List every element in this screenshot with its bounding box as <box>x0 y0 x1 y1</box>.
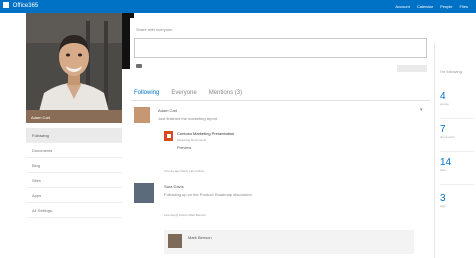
top-bar: Office365 Account Calendar People Files <box>0 0 476 13</box>
stat-documents[interactable]: 7 documents <box>440 124 474 139</box>
feed-tabs: Following Everyone Mentions (3) <box>134 90 242 96</box>
left-menu-item-apps[interactable]: Apps <box>26 188 122 203</box>
stat-label: documents <box>440 135 455 139</box>
brand-label: Office365 <box>12 3 39 9</box>
share-label: Share with everyone <box>136 27 173 32</box>
profile-portrait <box>26 13 122 123</box>
right-rail: I'm following 4 people 7 documents 14 si… <box>434 13 476 258</box>
stat-number: 14 <box>440 157 452 168</box>
profile-name-strip: Adam Cart <box>26 110 122 123</box>
post-text: Following up on the Product Roadmap disc… <box>164 192 252 197</box>
newsfeed: Share with everyone Following Everyone M… <box>131 13 430 258</box>
attachment-title[interactable]: Contoso Marketing Presentation <box>177 131 234 136</box>
post-text: Just finished the marketing report <box>158 116 218 121</box>
profile-photo[interactable]: Adam Cart <box>26 13 122 123</box>
left-menu: Following Documents Blog Sites Apps All … <box>26 128 122 218</box>
left-menu-item-documents[interactable]: Documents <box>26 143 122 158</box>
tab-everyone[interactable]: Everyone <box>171 90 196 96</box>
stat-label: people <box>440 102 450 106</box>
post-author[interactable]: Adam Cart <box>158 108 177 113</box>
share-input[interactable] <box>134 38 427 58</box>
nav-item-people[interactable]: People <box>440 2 452 11</box>
post-attachment[interactable]: Contoso Marketing Presentation Marketing… <box>164 131 354 161</box>
left-rail: Adam Cart Following Documents Blog Sites… <box>26 13 122 258</box>
reply-thread: Mark Benson <box>164 230 414 254</box>
stat-number: 3 <box>440 193 446 204</box>
feed-post: Sara Davis Following up on the Product R… <box>134 183 430 258</box>
stat-people[interactable]: 4 people <box>440 91 474 106</box>
nav-item-account[interactable]: Account <box>395 2 409 11</box>
post-meta[interactable]: Like Reply Follow Mark Benson <box>164 213 206 217</box>
share-button[interactable] <box>397 65 427 72</box>
reply-author[interactable]: Mark Benson <box>188 235 212 240</box>
tab-following[interactable]: Following <box>134 90 159 96</box>
left-menu-item-blog[interactable]: Blog <box>26 158 122 173</box>
nav-item-calendar[interactable]: Calendar <box>417 2 433 11</box>
brand[interactable]: Office365 <box>3 2 38 11</box>
stat-divider <box>440 184 474 185</box>
top-nav: Account Calendar People Files <box>395 2 468 11</box>
attachment-subtitle: Marketing Documents <box>177 138 207 142</box>
stat-number: 7 <box>440 124 446 135</box>
stat-number: 4 <box>440 91 446 102</box>
stat-divider <box>440 151 474 152</box>
post-avatar[interactable] <box>134 183 154 203</box>
tab-mentions[interactable]: Mentions (3) <box>209 90 242 96</box>
feed-post: Adam Cart Just finished the marketing re… <box>134 107 430 179</box>
profile-name[interactable]: Adam Cart <box>31 115 50 120</box>
left-menu-item-settings[interactable]: All Settings <box>26 203 122 218</box>
left-menu-item-sites[interactable]: Sites <box>26 173 122 188</box>
office-logo-icon <box>3 2 9 8</box>
right-rail-divider <box>434 43 435 258</box>
stat-tags[interactable]: 3 tags <box>440 193 474 208</box>
post-menu-chevron-icon[interactable]: ▾ <box>420 107 423 113</box>
attach-icon[interactable] <box>136 64 142 68</box>
left-menu-item-following[interactable]: Following <box>26 128 122 143</box>
following-heading: I'm following <box>440 69 462 74</box>
stat-sites[interactable]: 14 sites <box>440 157 474 172</box>
post-meta[interactable]: 3 hours ago Reply Like Follow <box>164 169 204 173</box>
post-author[interactable]: Sara Davis <box>164 184 184 189</box>
tab-divider <box>131 100 430 101</box>
attachment-preview-link[interactable]: Preview <box>177 145 191 150</box>
post-avatar[interactable] <box>134 107 150 123</box>
stat-label: sites <box>440 168 447 172</box>
stat-divider <box>440 118 474 119</box>
stat-label: tags <box>440 204 446 208</box>
powerpoint-icon <box>164 131 173 141</box>
reply-avatar[interactable] <box>168 234 182 248</box>
nav-item-files[interactable]: Files <box>460 2 468 11</box>
